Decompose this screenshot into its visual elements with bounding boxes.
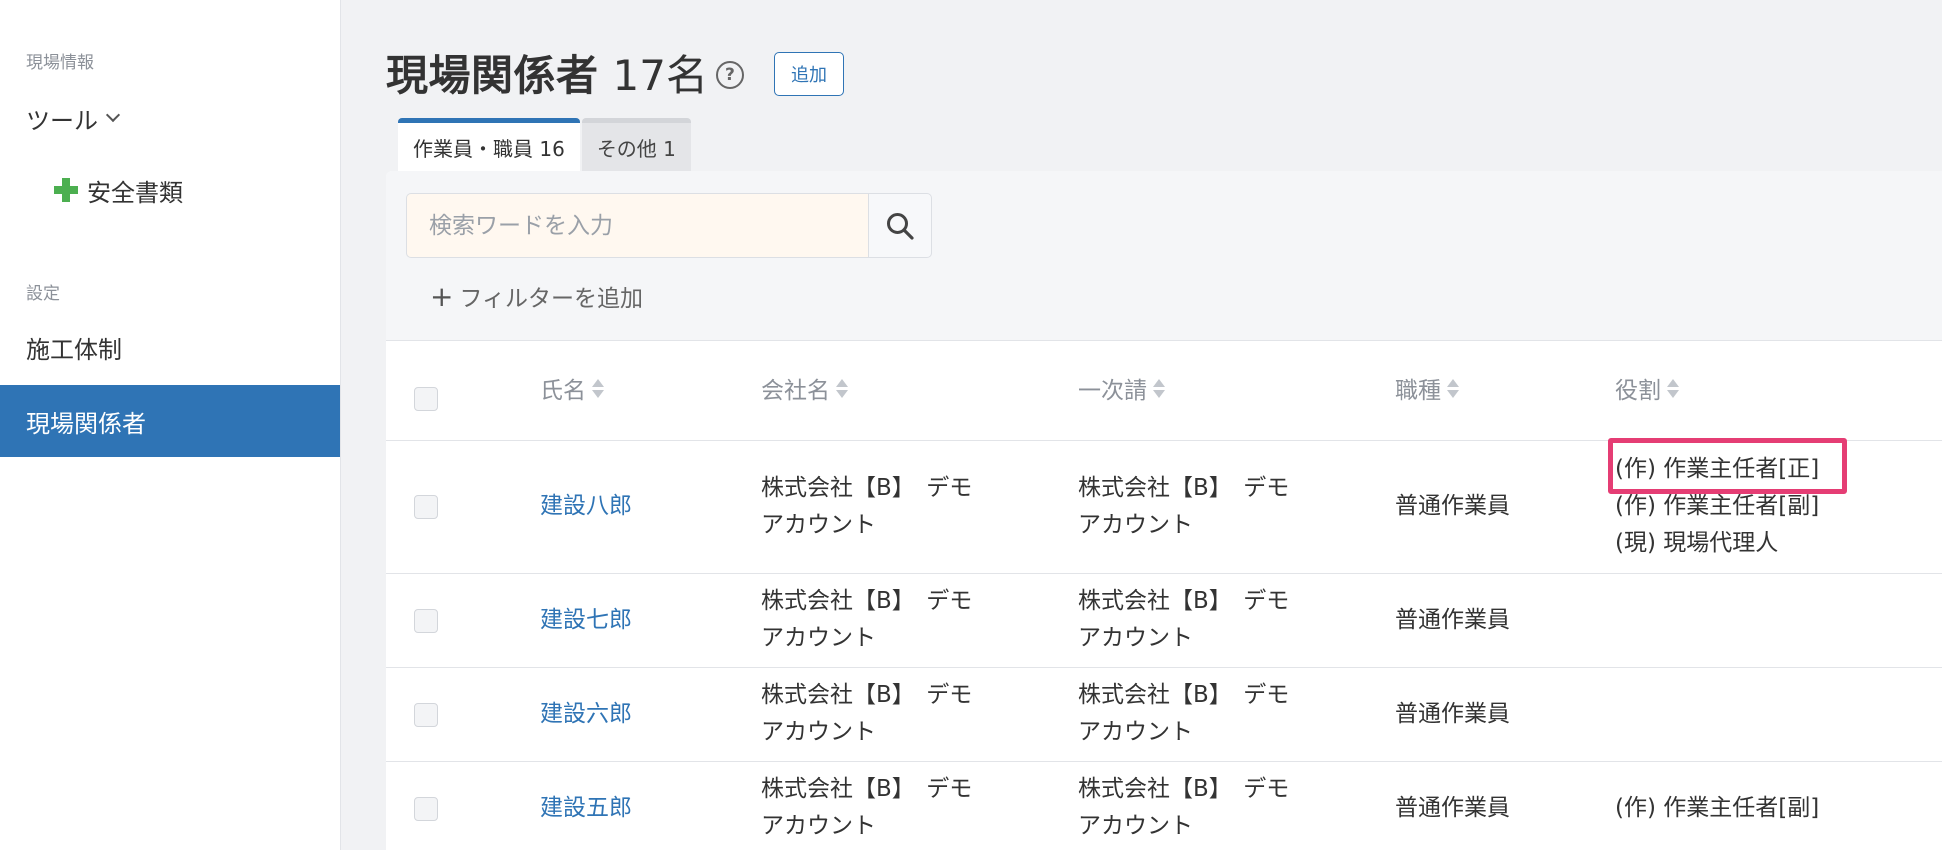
column-header-company-label: 会社名 [761, 378, 830, 404]
sidebar-item-site-members-label: 現場関係者 [26, 409, 146, 438]
plus-icon: + [430, 279, 454, 313]
company-line: 株式会社【B】 デモ [761, 475, 973, 501]
company-cell: 株式会社【B】 デモ アカウント [761, 677, 972, 751]
sort-icon [592, 378, 604, 398]
add-filter-button[interactable]: + フィルターを追加 [430, 279, 643, 313]
company-line: 株式会社【B】 デモ [761, 588, 973, 614]
column-header-role[interactable]: 役割 [1615, 371, 1679, 405]
filter-area: + フィルターを追加 [386, 171, 1942, 341]
primary-contractor-line: 株式会社【B】 デモ [1078, 588, 1290, 614]
primary-contractor-line: 株式会社【B】 デモ [1078, 475, 1290, 501]
member-name-link[interactable]: 建設六郎 [540, 696, 632, 733]
tab-workers-staff[interactable]: 作業員・職員 16 [398, 118, 580, 171]
job-type-cell: 普通作業員 [1395, 607, 1510, 633]
green-cross-icon [53, 177, 79, 203]
sort-icon [1667, 378, 1679, 398]
sidebar-item-tools[interactable]: ツール [0, 98, 340, 138]
primary-contractor-line: アカウント [1078, 813, 1193, 839]
role-line: (現) 現場代理人 [1615, 530, 1779, 556]
sidebar-item-safety-docs[interactable]: 安全書類 [0, 170, 340, 210]
company-line: 株式会社【B】 デモ [761, 682, 973, 708]
sidebar-item-site-members[interactable]: 現場関係者 [0, 385, 340, 457]
primary-contractor-cell: 株式会社【B】 デモ アカウント [1078, 470, 1289, 544]
sort-icon [836, 378, 848, 398]
sidebar-section-site-info: 現場情報 [26, 53, 94, 73]
column-header-name-label: 氏名 [540, 378, 586, 404]
primary-contractor-line: アカウント [1078, 625, 1193, 651]
primary-contractor-line: アカウント [1078, 719, 1193, 745]
member-name-link[interactable]: 建設八郎 [540, 488, 632, 525]
company-cell: 株式会社【B】 デモ アカウント [761, 583, 972, 657]
column-header-company[interactable]: 会社名 [761, 371, 848, 405]
primary-contractor-cell: 株式会社【B】 デモ アカウント [1078, 771, 1289, 845]
column-header-primary-contractor[interactable]: 一次請 [1078, 371, 1165, 405]
page-title: 現場関係者 [386, 50, 599, 100]
company-cell: 株式会社【B】 デモ アカウント [761, 771, 972, 845]
search-icon [887, 212, 914, 240]
page-header: 現場関係者 17名 ? 追加 [386, 44, 844, 100]
sidebar: 現場情報 ツール 安全書類 設定 施工体制 現場関係者 [0, 0, 341, 850]
primary-contractor-line: 株式会社【B】 デモ [1078, 682, 1290, 708]
column-header-role-label: 役割 [1615, 378, 1661, 404]
sidebar-item-construction-system-label: 施工体制 [26, 335, 122, 364]
sidebar-item-tools-label: ツール [26, 106, 98, 135]
primary-contractor-line: アカウント [1078, 512, 1193, 538]
chevron-down-icon [105, 107, 121, 123]
table-header-row: 氏名 会社名 一次請 職種 役割 [386, 341, 1942, 441]
column-header-primary-contractor-label: 一次請 [1078, 378, 1147, 404]
role-line: (作) 作業主任者[副] [1615, 493, 1820, 519]
job-type-cell: 普通作業員 [1395, 701, 1510, 727]
row-checkbox[interactable] [414, 609, 438, 633]
table-row[interactable]: 建設八郎 株式会社【B】 デモ アカウント 株式会社【B】 デモ アカウント 普… [386, 438, 1942, 574]
search-bar [406, 193, 932, 258]
role-cell: (作) 作業主任者[副] [1615, 790, 1819, 827]
tab-others[interactable]: その他 1 [581, 118, 691, 171]
sort-icon [1447, 378, 1459, 398]
primary-contractor-line: 株式会社【B】 デモ [1078, 776, 1290, 802]
company-line: アカウント [761, 512, 876, 538]
member-count: 17名 [612, 50, 708, 100]
app-window: 現場情報 ツール 安全書類 設定 施工体制 現場関係者 現場関係者 17名 ? … [0, 0, 1942, 850]
role-line: (作) 作業主任者[正] [1615, 456, 1820, 482]
content-panel: + フィルターを追加 氏名 会社名 一次請 [386, 171, 1942, 850]
row-checkbox[interactable] [414, 797, 438, 821]
search-button[interactable] [868, 193, 932, 258]
sort-icon [1153, 378, 1165, 398]
column-header-job-type-label: 職種 [1395, 378, 1441, 404]
members-table: 氏名 会社名 一次請 職種 役割 建設八郎 株式会社【B】 デモ アカウント 株… [386, 341, 1942, 850]
tab-bar: 作業員・職員 16 その他 1 [398, 118, 693, 171]
company-line: アカウント [761, 813, 876, 839]
table-row[interactable]: 建設七郎 株式会社【B】 デモ アカウント 株式会社【B】 デモ アカウント 普… [386, 574, 1942, 668]
table-row[interactable]: 建設六郎 株式会社【B】 デモ アカウント 株式会社【B】 デモ アカウント 普… [386, 668, 1942, 762]
search-input[interactable] [406, 193, 868, 258]
job-type-cell: 普通作業員 [1395, 795, 1510, 821]
add-filter-label: フィルターを追加 [459, 286, 644, 312]
role-cell: (作) 作業主任者[正] (作) 作業主任者[副] (現) 現場代理人 [1615, 451, 1819, 562]
help-icon[interactable]: ? [715, 61, 744, 89]
select-all-checkbox[interactable] [414, 387, 438, 411]
row-checkbox[interactable] [414, 495, 438, 519]
table-row[interactable]: 建設五郎 株式会社【B】 デモ アカウント 株式会社【B】 デモ アカウント 普… [386, 762, 1942, 850]
column-header-name[interactable]: 氏名 [540, 371, 604, 405]
primary-contractor-cell: 株式会社【B】 デモ アカウント [1078, 583, 1289, 657]
sidebar-item-safety-docs-label: 安全書類 [87, 178, 183, 207]
job-type-cell: 普通作業員 [1395, 493, 1510, 519]
member-name-link[interactable]: 建設五郎 [540, 790, 632, 827]
company-line: 株式会社【B】 デモ [761, 776, 973, 802]
primary-contractor-cell: 株式会社【B】 デモ アカウント [1078, 677, 1289, 751]
company-line: アカウント [761, 625, 876, 651]
sidebar-item-construction-system[interactable]: 施工体制 [0, 327, 340, 367]
row-checkbox[interactable] [414, 703, 438, 727]
member-name-link[interactable]: 建設七郎 [540, 602, 632, 639]
role-line: (作) 作業主任者[副] [1615, 795, 1820, 821]
column-header-job-type[interactable]: 職種 [1395, 371, 1459, 405]
company-line: アカウント [761, 719, 876, 745]
sidebar-section-settings: 設定 [26, 284, 60, 304]
company-cell: 株式会社【B】 デモ アカウント [761, 470, 972, 544]
add-button[interactable]: 追加 [773, 52, 844, 96]
